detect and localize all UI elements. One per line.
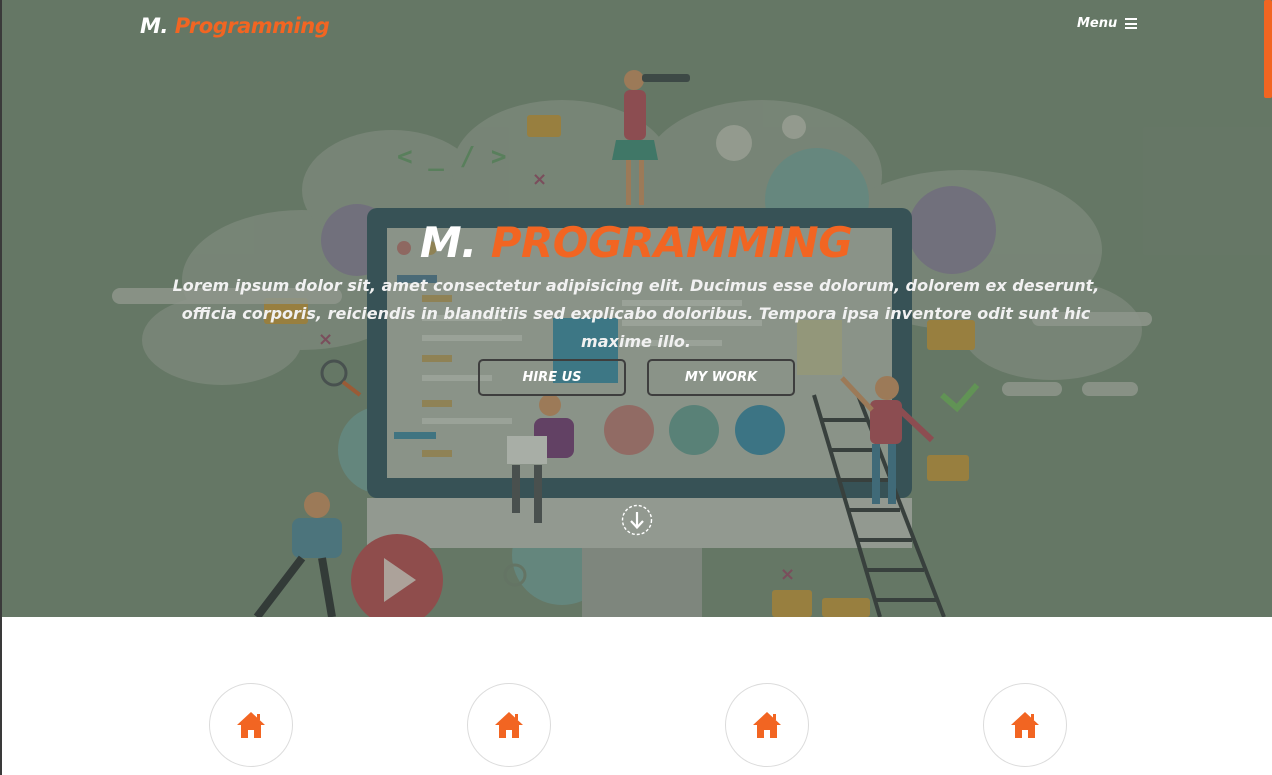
feature-card-2[interactable] xyxy=(467,683,551,767)
home-icon xyxy=(237,712,265,738)
menu-label: Menu xyxy=(1077,16,1118,31)
brand-accent: Programming xyxy=(174,14,330,38)
feature-card-3[interactable] xyxy=(725,683,809,767)
hire-us-button[interactable]: HIRE US xyxy=(478,359,626,396)
scrollbar-thumb[interactable] xyxy=(1264,0,1272,98)
my-work-button[interactable]: MY WORK xyxy=(647,359,795,396)
brand-prefix: M. xyxy=(140,14,168,38)
hero-description: Lorem ipsum dolor sit, amet consectetur … xyxy=(172,276,1100,351)
feature-card-1[interactable] xyxy=(209,683,293,767)
hero-title-prefix: M. xyxy=(419,218,477,267)
brand-logo[interactable]: M. Programming xyxy=(140,14,330,38)
feature-card-4[interactable] xyxy=(983,683,1067,767)
home-icon xyxy=(1011,712,1039,738)
home-icon xyxy=(495,712,523,738)
features-section xyxy=(0,617,1272,775)
page-left-edge xyxy=(0,0,2,775)
hero-title: M. PROGRAMMING xyxy=(0,218,1272,267)
menu-button[interactable]: Menu xyxy=(1077,16,1138,31)
arrow-down-circle-icon[interactable] xyxy=(621,504,653,536)
home-icon xyxy=(753,712,781,738)
hero-title-accent: PROGRAMMING xyxy=(490,218,853,267)
hamburger-icon xyxy=(1125,18,1138,29)
